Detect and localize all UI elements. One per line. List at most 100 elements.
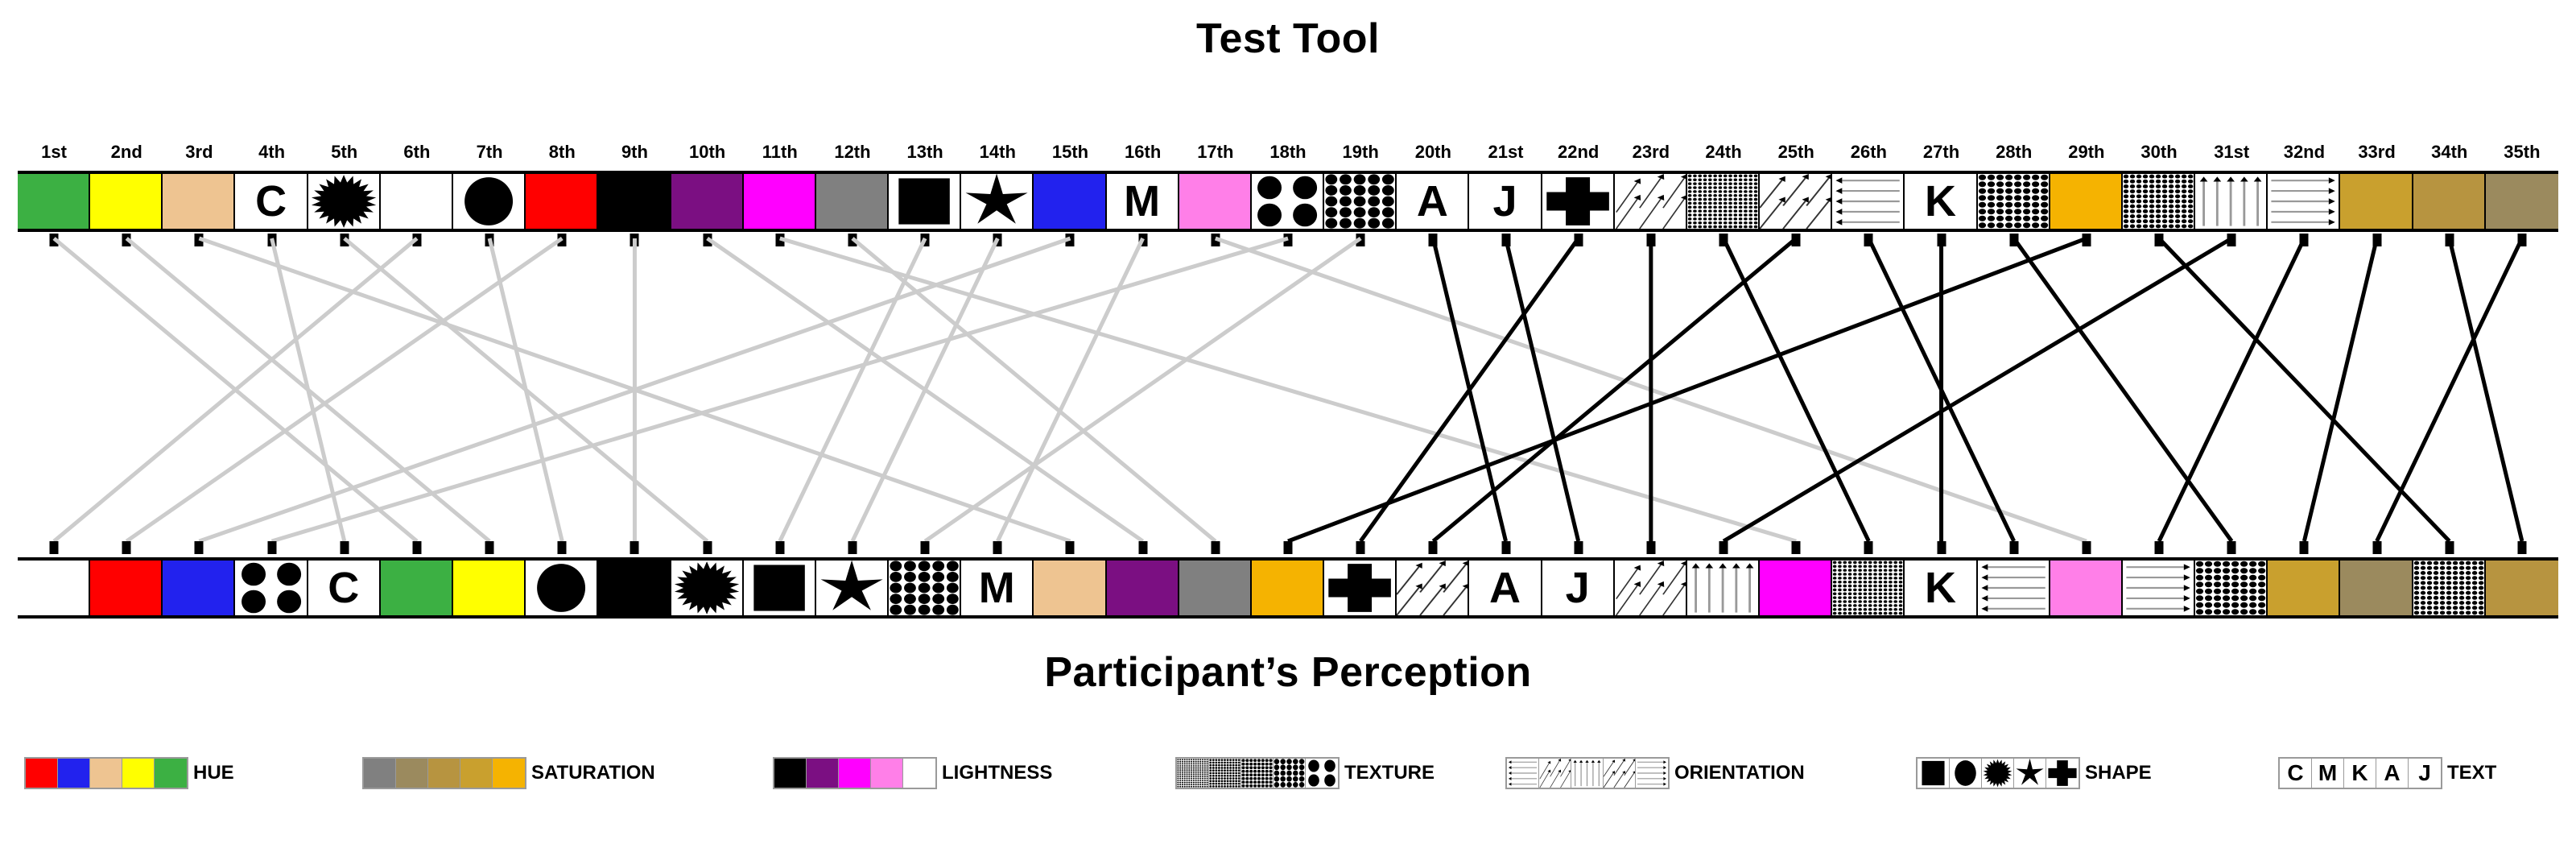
stimulus-cell-24th-texture-fine-dots[interactable] [1686,174,1761,229]
test-tool-stimulus-row: C M AJ K [18,171,2558,232]
perception-cell-18th-orange[interactable] [1251,561,1325,615]
perception-cell-13th-texture-large-dots[interactable] [889,561,962,615]
perception-cell-20th-orientation-diagonal-45-alt[interactable] [1397,561,1470,615]
stimulus-cell-8th-red[interactable] [526,174,599,229]
stimulus-cell-6th-white[interactable] [380,174,453,229]
stimulus-cell-15th-blue[interactable] [1034,174,1107,229]
legend-group-orientation: ORIENTATION [1505,755,1805,791]
stimulus-cell-20th-letter-a[interactable]: A [1397,174,1470,229]
perception-cell-3rd-blue[interactable] [163,561,236,615]
stimulus-cell-12th-gray[interactable] [815,174,890,229]
stimulus-cell-31st-orientation-vertical-up[interactable] [2195,174,2268,229]
stimulus-cell-7th-ellipse-shape[interactable] [453,174,526,229]
rank-label-34th: 34th [2431,142,2468,162]
perception-cell-27th-letter-k[interactable]: K [1905,561,1978,615]
perception-cell-10th-starburst-shape[interactable] [671,561,744,615]
rank-label-12th: 12th [834,142,871,162]
legend-swatch-lightness-2 [807,759,839,788]
perception-cell-32nd-gold[interactable] [2268,561,2341,615]
perception-cell-35th-dark-gold[interactable] [2485,561,2558,615]
perception-cell-25th-magenta[interactable] [1760,561,1833,615]
legend-swatches-saturation [362,757,526,789]
legend-swatch-lightness-4 [871,759,903,788]
legend-swatch-orientation-4 [1604,759,1636,788]
legend-swatch-hue-1 [26,759,58,788]
stimulus-cell-28th-texture-medium-dots[interactable] [1977,174,2050,229]
stimulus-cell-13th-square-shape[interactable] [889,174,962,229]
rank-label-35th: 35th [2504,142,2541,162]
perception-cell-11th-square-shape[interactable] [743,561,816,615]
perception-cell-31st-texture-medium-dots[interactable] [2195,561,2268,615]
perception-cell-1st-white[interactable] [18,561,91,615]
perception-cell-21st-letter-a[interactable]: A [1469,561,1542,615]
stimulus-cell-17th-pink[interactable] [1179,174,1252,229]
perception-cell-5th-letter-c[interactable]: C [308,561,381,615]
perception-cell-33rd-khaki[interactable] [2340,561,2413,615]
stimulus-cell-1st-green[interactable] [18,174,91,229]
tick-bottom-1 [49,541,59,554]
stimulus-cell-16th-letter-m[interactable]: M [1106,174,1179,229]
rank-label-1st: 1st [41,142,67,162]
link-30-to-34 [2157,237,2451,543]
stimulus-cell-29th-orange[interactable] [2050,174,2123,229]
stimulus-cell-34th-dark-gold[interactable] [2413,174,2486,229]
tick-bottom-2 [122,541,131,554]
link-31-to-24 [1722,236,2233,544]
tick-bottom-26 [1864,541,1873,554]
stimulus-cell-9th-black[interactable] [598,174,671,229]
stimulus-cell-19th-texture-large-dots[interactable] [1324,174,1397,229]
perception-cell-30th-orientation-horizontal-right[interactable] [2122,561,2196,615]
stimulus-cell-2nd-yellow[interactable] [90,174,163,229]
perception-cell-14th-letter-m[interactable]: M [961,561,1034,615]
perception-cell-15th-tan[interactable] [1034,561,1107,615]
legend-swatch-texture-1 [1177,759,1209,788]
legend-swatch-saturation-1 [364,759,396,788]
stimulus-cell-18th-texture-coarse-4dots[interactable] [1251,174,1325,229]
legend-swatch-texture-4 [1274,759,1306,788]
perception-cell-17th-gray[interactable] [1179,561,1252,615]
perception-cell-28th-orientation-horizontal-left[interactable] [1977,561,2050,615]
rank-label-33rd: 33rd [2358,142,2396,162]
link-7-to-8 [487,238,564,542]
stimulus-cell-3rd-tan[interactable] [163,174,236,229]
perception-cell-34th-texture-dense-dots[interactable] [2413,561,2486,615]
legend-group-shape: SHAPE [1916,755,2152,791]
stimulus-cell-10th-purple[interactable] [671,174,744,229]
legend-group-lightness: LIGHTNESS [773,755,1052,791]
perception-cell-23rd-orientation-diagonal-45[interactable] [1614,561,1687,615]
legend-swatches-shape [1916,757,2080,789]
stimulus-cell-11th-magenta[interactable] [743,174,816,229]
perception-cell-24th-orientation-vertical-up[interactable] [1686,561,1761,615]
perception-cell-8th-ellipse-shape[interactable] [526,561,599,615]
stimulus-cell-22nd-cross-shape[interactable] [1542,174,1615,229]
stimulus-cell-14th-star-shape[interactable] [961,174,1034,229]
perception-cell-2nd-red[interactable] [90,561,163,615]
rank-label-9th: 9th [621,142,648,162]
stimulus-cell-23rd-orientation-diagonal-45[interactable] [1614,174,1687,229]
stimulus-cell-32nd-orientation-horizontal-right[interactable] [2268,174,2341,229]
perception-cell-26th-texture-fine-dots[interactable] [1832,561,1905,615]
stimulus-cell-4th-letter-c[interactable]: C [235,174,308,229]
perception-cell-9th-black[interactable] [598,561,671,615]
perception-cell-6th-green[interactable] [380,561,453,615]
perception-cell-22nd-letter-j[interactable]: J [1542,561,1615,615]
stimulus-cell-5th-starburst-shape[interactable] [308,174,381,229]
stimulus-cell-26th-orientation-horizontal-left[interactable] [1832,174,1905,229]
link-33-to-32 [2301,238,2380,542]
stimulus-cell-33rd-gold[interactable] [2340,174,2413,229]
perception-cell-4th-texture-coarse-4dots[interactable] [235,561,308,615]
perception-cell-29th-pink[interactable] [2050,561,2123,615]
legend-swatch-text-2: M [2312,759,2344,788]
rank-label-10th: 10th [688,142,726,162]
perception-cell-16th-purple[interactable] [1106,561,1179,615]
stimulus-cell-35th-khaki[interactable] [2485,174,2558,229]
perception-cell-12th-star-shape[interactable] [815,561,890,615]
stimulus-cell-30th-texture-dense-dots[interactable] [2122,174,2196,229]
legend-swatch-lightness-5 [903,759,935,788]
link-12-to-17 [851,237,1217,543]
perception-cell-19th-cross-shape[interactable] [1324,561,1397,615]
stimulus-cell-25th-orientation-diagonal-45-alt[interactable] [1760,174,1833,229]
stimulus-cell-27th-letter-k[interactable]: K [1905,174,1978,229]
perception-cell-7th-yellow[interactable] [453,561,526,615]
stimulus-cell-21st-letter-j[interactable]: J [1469,174,1542,229]
